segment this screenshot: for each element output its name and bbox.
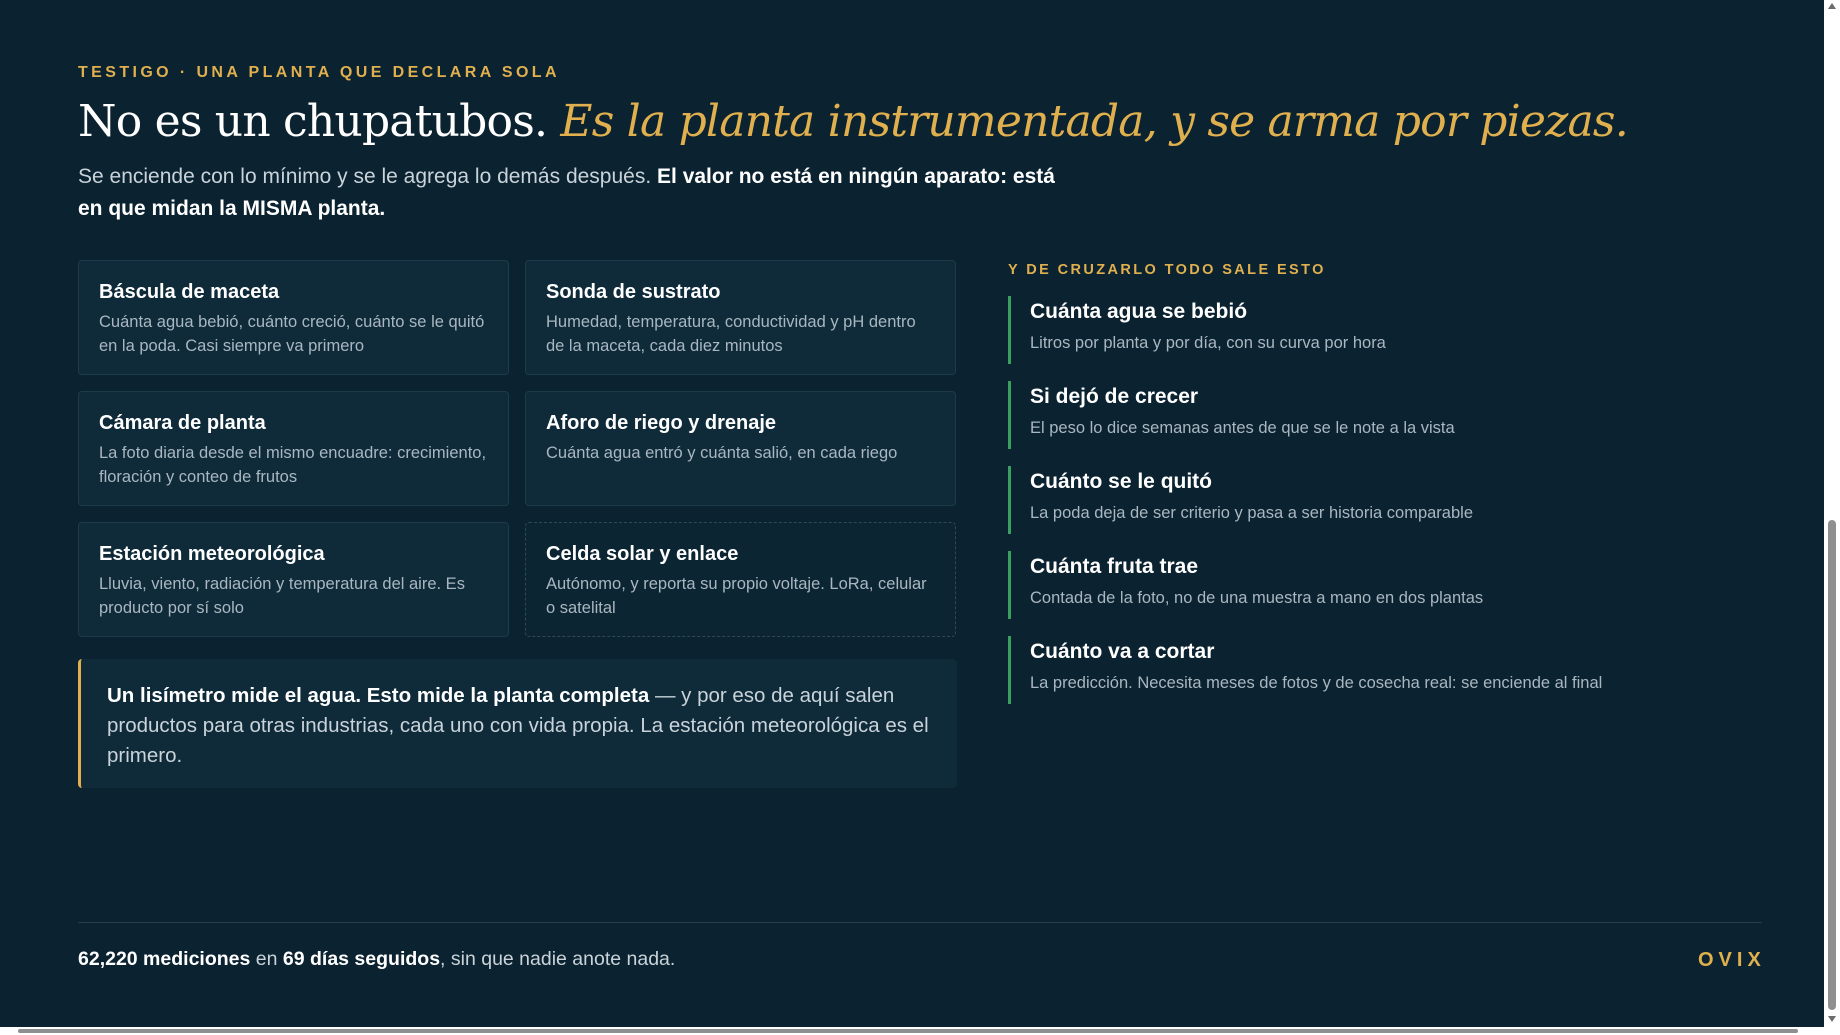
title-plain: No es un chupatubos. (78, 96, 561, 147)
result-item: Si dejó de crecer El peso lo dice semana… (1008, 381, 1748, 449)
section-eyebrow: TESTIGO · UNA PLANTA QUE DECLARA SOLA (78, 64, 560, 81)
footer-tail: , sin que nadie anote nada. (440, 948, 676, 970)
results-eyebrow: Y DE CRUZARLO TODO SALE ESTO (1008, 262, 1326, 278)
result-title: Cuánto va a cortar (1030, 640, 1215, 663)
module-card-celda: Celda solar y enlace Autónomo, y reporta… (525, 522, 956, 637)
module-title: Cámara de planta (99, 412, 266, 434)
module-description: Autónomo, y reporta su propio voltaje. L… (546, 575, 927, 617)
result-item: Cuánto se le quitó La poda deja de ser c… (1008, 466, 1748, 534)
result-description: El peso lo dice semanas antes de que se … (1030, 419, 1455, 437)
result-title: Cuánto se le quitó (1030, 470, 1213, 493)
scroll-down-arrow-icon[interactable] (1828, 1016, 1836, 1022)
module-description: Lluvia, viento, radiación y temperatura … (99, 575, 465, 617)
module-title: Celda solar y enlace (546, 543, 739, 565)
footer-connector: en (250, 948, 283, 970)
module-description: Cuánta agua bebió, cuánto creció, cuánto… (99, 313, 485, 355)
module-card-aforo: Aforo de riego y drenaje Cuánta agua ent… (525, 391, 956, 506)
measurement-count: 62,220 mediciones (78, 948, 251, 970)
module-title: Sonda de sustrato (546, 281, 721, 303)
module-description: Humedad, temperatura, conductividad y pH… (546, 313, 916, 355)
result-item: Cuánto va a cortar La predicción. Necesi… (1008, 636, 1748, 704)
result-description: Litros por planta y por día, con su curv… (1030, 334, 1386, 352)
footer-stat: 62,220 mediciones en 69 días seguidos, s… (78, 948, 675, 971)
modules-grid: Báscula de maceta Cuánta agua bebió, cuá… (78, 260, 958, 637)
footer-divider (78, 922, 1762, 923)
result-description: La poda deja de ser criterio y pasa a se… (1030, 504, 1473, 522)
note-bold: Un lisímetro mide el agua. Esto mide la … (107, 684, 650, 707)
horizontal-scrollbar[interactable] (0, 1027, 1824, 1035)
result-title: Cuánta agua se bebió (1030, 300, 1248, 323)
result-item: Cuánta fruta trae Contada de la foto, no… (1008, 551, 1748, 619)
module-card-bascula: Báscula de maceta Cuánta agua bebió, cuá… (78, 260, 509, 375)
result-description: La predicción. Necesita meses de fotos y… (1030, 674, 1603, 692)
horizontal-scroll-thumb[interactable] (18, 1029, 1798, 1033)
brand-logo: OVIX (1698, 949, 1766, 971)
module-description: Cuánta agua entró y cuánta salió, en cad… (546, 444, 898, 462)
title-accent: Es la planta instrumentada, y se arma po… (560, 96, 1628, 147)
module-card-estacion: Estación meteorológica Lluvia, viento, r… (78, 522, 509, 637)
results-list: Cuánta agua se bebió Litros por planta y… (1008, 296, 1748, 721)
module-card-camara: Cámara de planta La foto diaria desde el… (78, 391, 509, 506)
vertical-scrollbar[interactable] (1824, 0, 1840, 1035)
callout-note: Un lisímetro mide el agua. Esto mide la … (78, 659, 957, 788)
result-description: Contada de la foto, no de una muestra a … (1030, 589, 1484, 607)
vertical-scroll-thumb[interactable] (1828, 520, 1836, 1010)
module-card-sonda: Sonda de sustrato Humedad, temperatura, … (525, 260, 956, 375)
scroll-up-arrow-icon[interactable] (1828, 3, 1836, 9)
module-title: Estación meteorológica (99, 543, 325, 565)
days-count: 69 días seguidos (282, 948, 441, 970)
module-title: Báscula de maceta (99, 281, 280, 303)
module-description: La foto diaria desde el mismo encuadre: … (99, 444, 487, 486)
result-item: Cuánta agua se bebió Litros por planta y… (1008, 296, 1748, 364)
result-title: Si dejó de crecer (1030, 385, 1199, 408)
lead-plain: Se enciende con lo mínimo y se le agrega… (78, 165, 658, 188)
page: TESTIGO · UNA PLANTA QUE DECLARA SOLA No… (0, 0, 1824, 1035)
module-title: Aforo de riego y drenaje (546, 412, 777, 434)
result-title: Cuánta fruta trae (1030, 555, 1199, 578)
page-title: No es un chupatubos. Es la planta instru… (78, 92, 1629, 152)
lead-paragraph: Se enciende con lo mínimo y se le agrega… (78, 161, 1078, 225)
